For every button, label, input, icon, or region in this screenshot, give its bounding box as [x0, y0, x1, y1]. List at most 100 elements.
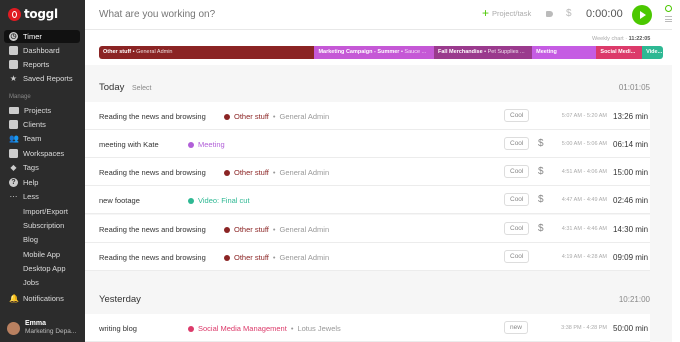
sidebar-item-import-export[interactable]: Import/Export: [4, 205, 80, 218]
sidebar-item-less[interactable]: ⋯ Less: [4, 190, 80, 203]
time-entry-row[interactable]: Reading the news and browsing Other stuff…: [85, 215, 650, 243]
entry-tag[interactable]: Cool: [504, 137, 530, 150]
day-title: Yesterday: [99, 294, 141, 305]
entry-project[interactable]: Video: Final cut: [188, 196, 250, 205]
weekly-bar-segment[interactable]: Other stuff • General Admin: [99, 46, 315, 59]
help-icon: ?: [9, 178, 18, 187]
weekly-bar-segment[interactable]: Vide...: [642, 46, 663, 59]
entry-project[interactable]: Social Media Management • Lotus Jewels: [188, 324, 341, 333]
billable-icon[interactable]: $: [538, 138, 544, 149]
time-entry-row[interactable]: new footage Video: Final cut Cool $4:47 AM …: [85, 186, 650, 214]
project-name: Other stuff: [234, 112, 269, 121]
entry-description[interactable]: meeting with Kate: [99, 140, 159, 149]
weekly-bar-segment[interactable]: Social Medi...: [596, 46, 643, 59]
sidebar-item-reports[interactable]: Reports: [4, 58, 80, 71]
project-color-dot: [224, 169, 230, 176]
entry-tag[interactable]: Cool: [504, 222, 530, 235]
entry-description[interactable]: Reading the news and browsing: [99, 225, 206, 234]
day-total: 01:01:05: [618, 83, 650, 92]
sidebar-item-clients[interactable]: Clients: [4, 118, 80, 131]
tag-icon: ◆: [10, 163, 17, 172]
weekly-bar-segment[interactable]: Fall Merchandise • Pet Supplies ...: [434, 46, 533, 59]
entry-duration[interactable]: 14:30 min: [613, 225, 648, 234]
billable-icon[interactable]: $: [538, 223, 544, 234]
tag-icon[interactable]: [546, 11, 553, 17]
entry-description[interactable]: Reading the news and browsing: [99, 112, 206, 121]
project-task-button[interactable]: + Project/task: [482, 7, 531, 19]
entry-project[interactable]: Meeting: [188, 140, 225, 149]
entry-description[interactable]: Reading the news and browsing: [99, 253, 206, 262]
weekly-bar-segment[interactable]: Marketing Campaign - Summer • Sauce ...: [314, 46, 434, 59]
entry-project[interactable]: Other stuff • General Admin: [224, 225, 329, 234]
billable-icon[interactable]: $: [538, 194, 544, 205]
sidebar-item-label: Subscription: [23, 221, 65, 230]
avatar: [7, 321, 20, 335]
sidebar-item-workspaces[interactable]: Workspaces: [4, 147, 80, 160]
entry-description[interactable]: writing blog: [99, 324, 137, 333]
sidebar-item-subscription[interactable]: Subscription: [4, 219, 80, 232]
entry-duration[interactable]: 15:00 min: [613, 168, 648, 177]
entry-duration[interactable]: 50:00 min: [613, 324, 648, 333]
entry-time-range[interactable]: 4:47 AM - 4:49 AM: [557, 197, 607, 203]
sidebar-item-help[interactable]: ? Help: [4, 176, 80, 189]
project-color-dot: [188, 197, 194, 204]
entry-duration[interactable]: 06:14 min: [613, 140, 648, 149]
sidebar-item-notifications[interactable]: 🔔 Notifications: [4, 292, 80, 305]
select-button[interactable]: Select: [132, 85, 151, 92]
sidebar-item-desktop-app[interactable]: Desktop App: [4, 262, 80, 275]
entry-time-range[interactable]: 5:07 AM - 5:20 AM: [557, 113, 607, 119]
user-workspace: Marketing Depa...: [25, 328, 77, 335]
entry-project[interactable]: Other stuff • General Admin: [224, 168, 329, 177]
billable-icon[interactable]: $: [538, 166, 544, 177]
entry-description[interactable]: Reading the news and browsing: [99, 168, 206, 177]
scrollbar[interactable]: [672, 0, 680, 342]
entry-time-range[interactable]: 4:51 AM - 4:06 AM: [557, 169, 607, 175]
entry-tag[interactable]: Cool: [504, 165, 530, 178]
entry-tag[interactable]: Cool: [504, 193, 530, 206]
timer-mode-icon[interactable]: [665, 5, 672, 12]
sidebar-item-projects[interactable]: Projects: [4, 104, 80, 117]
weekly-chart-label[interactable]: Weekly chart · 11:22:05: [592, 36, 650, 42]
user-profile[interactable]: Emma Marketing Depa...: [7, 320, 76, 336]
project-name: Meeting: [198, 140, 225, 149]
manual-mode-icon[interactable]: [665, 16, 672, 22]
sidebar-item-tags[interactable]: ◆ Tags: [4, 161, 80, 174]
entry-description[interactable]: new footage: [99, 196, 140, 205]
time-entry-row[interactable]: Reading the news and browsing Other stuff…: [85, 243, 650, 271]
entry-tag[interactable]: Cool: [504, 250, 530, 263]
weekly-bar-segment[interactable]: Meeting: [532, 46, 597, 59]
entry-duration[interactable]: 02:46 min: [613, 196, 648, 205]
entry-time-range[interactable]: 5:00 AM - 5:06 AM: [557, 141, 607, 147]
entry-tag[interactable]: new: [504, 321, 528, 334]
project-color-dot: [188, 325, 194, 332]
entry-project[interactable]: Other stuff • General Admin: [224, 112, 329, 121]
entry-project[interactable]: Other stuff • General Admin: [224, 253, 329, 262]
entry-duration[interactable]: 13:26 min: [613, 112, 648, 121]
start-timer-button[interactable]: [632, 5, 652, 25]
sidebar-item-mobile-app[interactable]: Mobile App: [4, 248, 80, 261]
sidebar-item-team[interactable]: 👥 Team: [4, 132, 80, 145]
project-name: Video: Final cut: [198, 196, 250, 205]
time-entry-row[interactable]: Reading the news and browsing Other stuff…: [85, 158, 650, 186]
client-name: General Admin: [279, 112, 330, 121]
time-entry-row[interactable]: meeting with Kate Meeting Cool $5:00 AM - 5…: [85, 130, 650, 158]
toggl-logo[interactable]: toggl: [8, 7, 58, 21]
entry-tag[interactable]: Cool: [504, 109, 530, 122]
day-total: 10:21:00: [618, 295, 650, 304]
time-entry-row[interactable]: writing blog Social Media Management • Lotu…: [85, 314, 650, 342]
entry-time-range[interactable]: 4:31 AM - 4:46 AM: [557, 226, 607, 232]
sidebar-item-saved-reports[interactable]: ★ Saved Reports: [4, 72, 80, 85]
time-entry-row[interactable]: Reading the news and browsing Other stuff…: [85, 102, 650, 130]
sidebar-item-dashboard[interactable]: Dashboard: [4, 44, 80, 57]
sidebar-item-timer[interactable]: ◷ Timer: [4, 30, 80, 43]
sidebar-item-jobs[interactable]: Jobs: [4, 276, 80, 289]
project-name: Other stuff: [234, 253, 269, 262]
timer-display: 0:00:00: [586, 8, 623, 20]
description-input[interactable]: [99, 9, 399, 20]
sidebar-item-blog[interactable]: Blog: [4, 233, 80, 246]
billable-icon[interactable]: $: [566, 8, 572, 19]
entry-duration[interactable]: 09:09 min: [613, 253, 648, 262]
entry-time-range[interactable]: 3:38 PM - 4:28 PM: [557, 325, 607, 331]
segment-client: Sauce ...: [404, 49, 427, 55]
entry-time-range[interactable]: 4:19 AM - 4:28 AM: [557, 254, 607, 260]
